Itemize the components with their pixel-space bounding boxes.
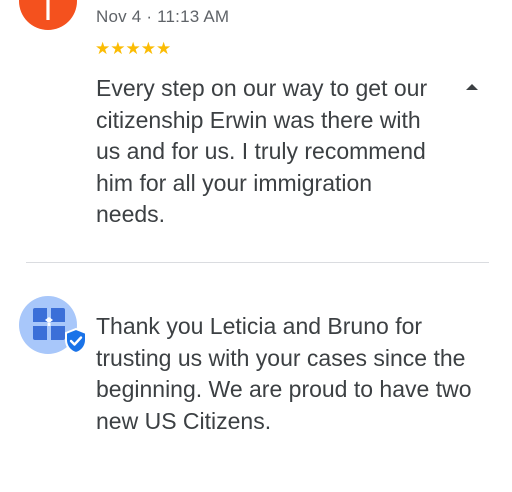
divider: [26, 262, 489, 263]
owner-response-text: Thank you Leticia and Bruno for trusting…: [96, 313, 472, 435]
verified-shield-icon: [65, 328, 87, 354]
star-rating: ★★★★★: [95, 39, 172, 58]
business-logo-icon: [33, 308, 65, 340]
review-date: Nov 4 · 11:13 AM: [96, 7, 230, 26]
chevron-up-icon[interactable]: [466, 84, 478, 90]
review-text: Every step on our way to get our citizen…: [96, 75, 428, 227]
reviewer-avatar[interactable]: T: [19, 0, 77, 30]
reviewer-initial: T: [37, 0, 59, 28]
